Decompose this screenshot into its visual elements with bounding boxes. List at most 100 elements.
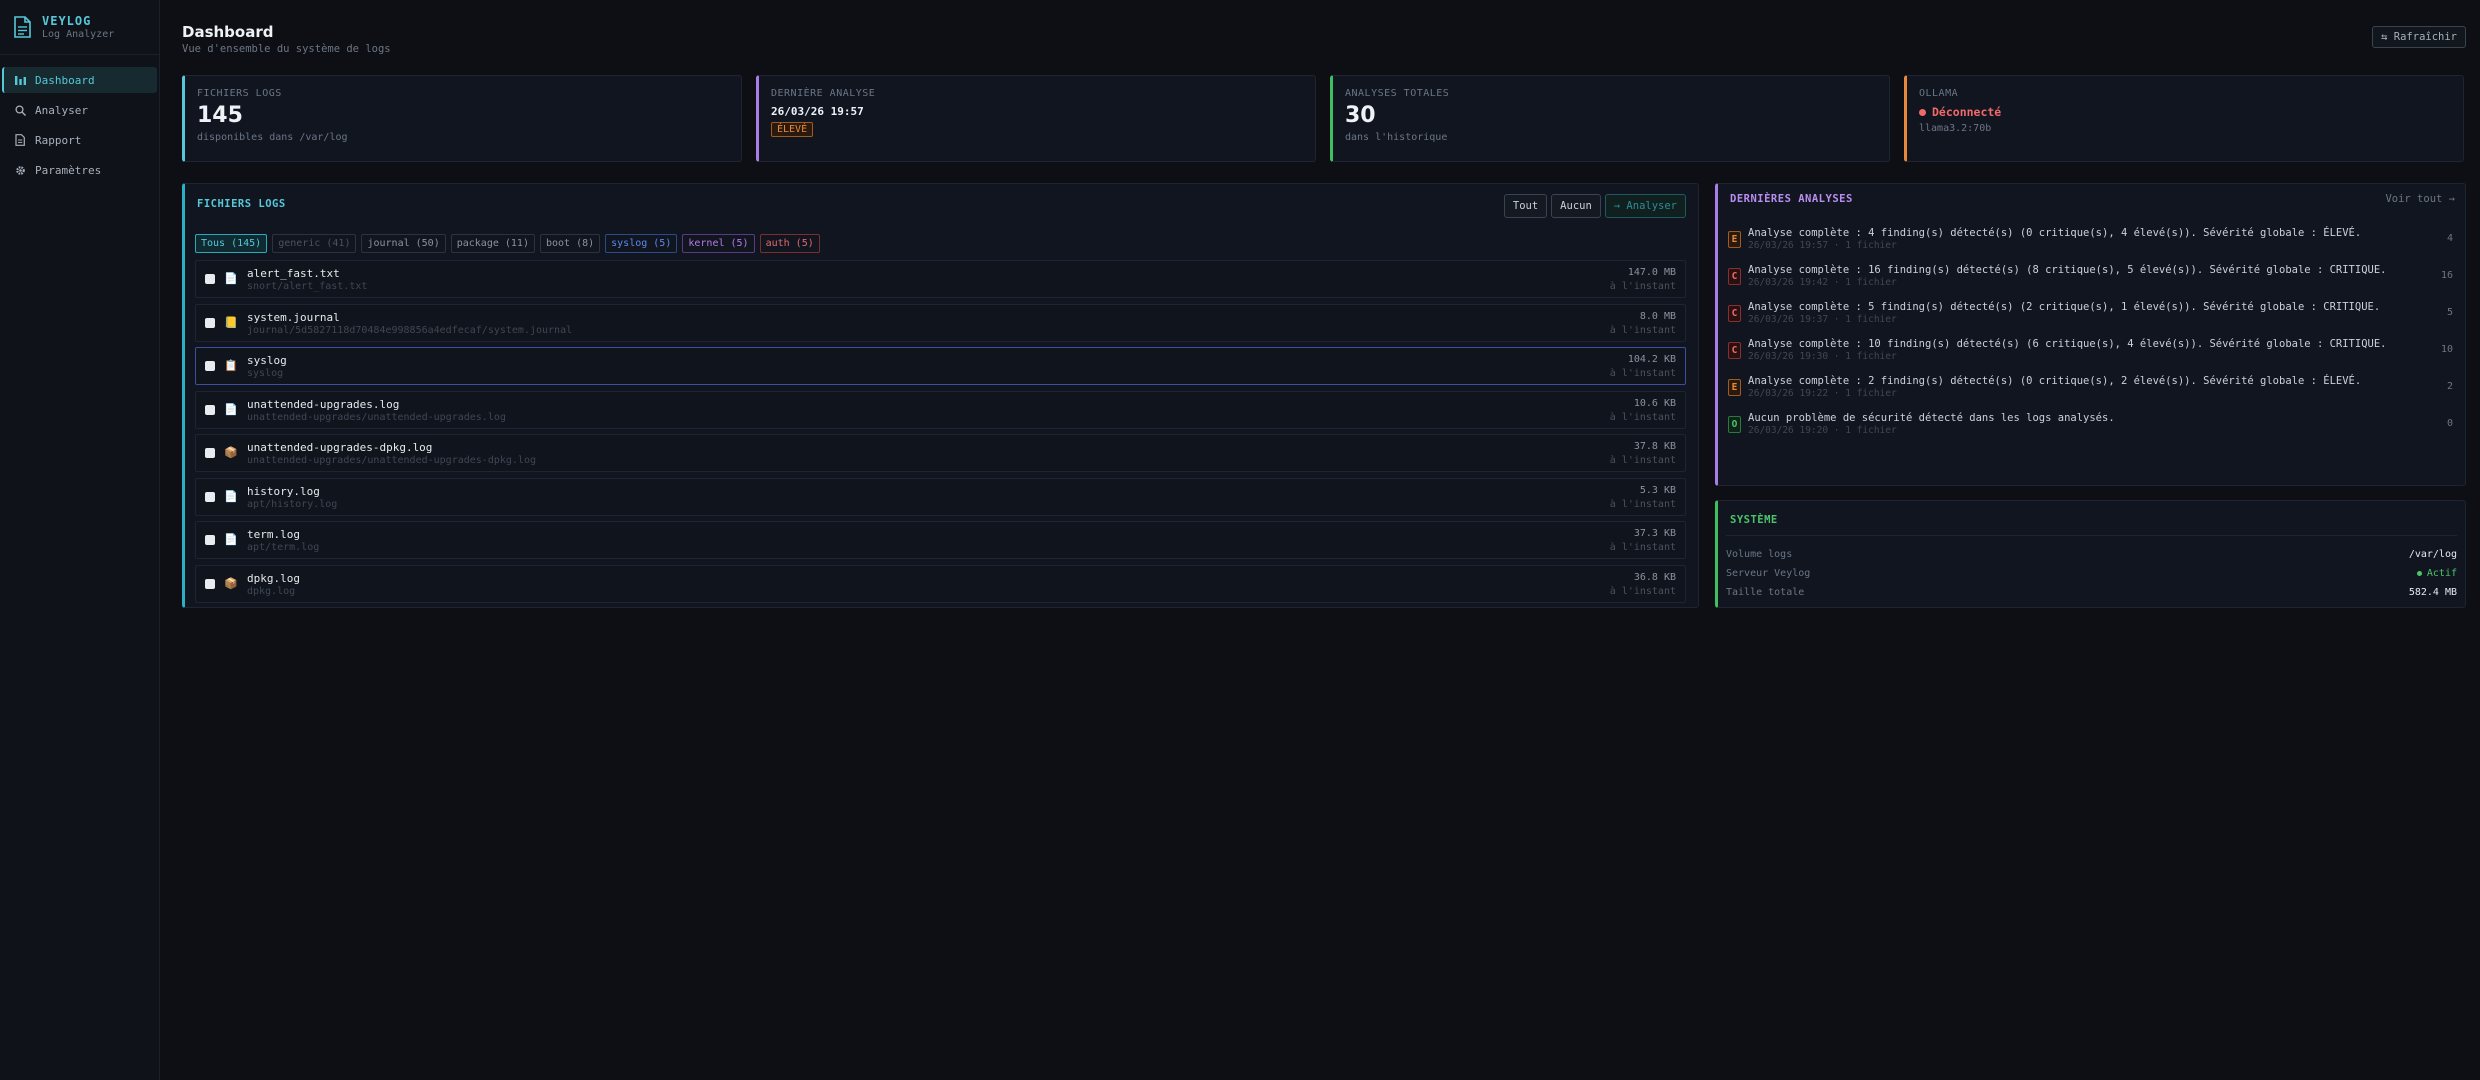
file-row[interactable]: 📦 unattended-upgrades-dpkg.log unattende… [195, 434, 1686, 472]
log-files-count: 145 [197, 103, 243, 128]
file-path: apt/term.log [247, 542, 320, 553]
file-time: à l'instant [1609, 498, 1676, 510]
sidebar-nav: Dashboard Analyser Rapport Paramètres [0, 55, 159, 183]
file-checkbox[interactable] [205, 404, 215, 415]
analysis-item[interactable]: C Analyse complète : 10 finding(s) détec… [1728, 338, 2455, 375]
sidebar-item-label: Rapport [35, 133, 82, 147]
filter-chip-package[interactable]: package (11) [450, 234, 535, 253]
filter-chips: Tous (145) generic (41) journal (50) pac… [195, 234, 820, 253]
filter-chip-generic[interactable]: generic (41) [272, 234, 357, 253]
file-row[interactable]: 📄 alert_fast.txt snort/alert_fast.txt 14… [195, 260, 1686, 298]
file-row[interactable]: 📄 unattended-upgrades.log unattended-upg… [195, 390, 1686, 429]
refresh-button[interactable]: ⇆ Rafraîchir [2372, 26, 2466, 48]
file-path: dpkg.log [247, 585, 296, 597]
file-size: 5.3 KB [1639, 484, 1676, 496]
analyses-list: E Analyse complète : 4 finding(s) détect… [1728, 227, 2455, 449]
file-list: 📄 alert_fast.txt snort/alert_fast.txt 14… [195, 260, 1686, 608]
ollama-status: Déconnecté [1919, 105, 2451, 119]
file-row[interactable]: 📋 syslog syslog 104.2 KB à l'instant [195, 347, 1686, 385]
file-name: syslog [247, 354, 287, 367]
file-name: alert_fast.txt [247, 267, 340, 280]
file-icon: 📄 [224, 533, 238, 546]
file-time: à l'instant [1609, 542, 1676, 553]
file-checkbox[interactable] [205, 317, 215, 328]
panel-title: DERNIÈRES ANALYSES [1730, 193, 1853, 205]
system-row-volume: Volume logs /var/log [1726, 546, 2457, 562]
see-all-link[interactable]: Voir tout → [2385, 193, 2455, 205]
file-path: snort/alert_fast.txt [247, 281, 368, 292]
file-name: system.journal [247, 310, 340, 324]
finding-count: 2 [2446, 381, 2453, 392]
filter-chip-kernel[interactable]: kernel (5) [682, 234, 755, 253]
analysis-item[interactable]: C Analyse complète : 16 finding(s) détec… [1728, 264, 2455, 301]
sidebar-item-label: Analyser [35, 103, 88, 117]
card-label: DERNIÈRE ANALYSE [771, 88, 876, 99]
sidebar-item-rapport[interactable]: Rapport [2, 127, 157, 153]
filter-chip-journal[interactable]: journal (50) [361, 234, 446, 253]
file-row[interactable]: 📒 system.journal journal/5d5827118d70484… [195, 303, 1686, 342]
analysis-meta: 26/03/26 19:37 · 1 fichier [1748, 314, 1897, 325]
file-size: 147.0 MB [1627, 267, 1676, 278]
finding-count: 0 [2446, 418, 2453, 429]
search-icon [14, 104, 26, 116]
filter-chip-boot[interactable]: boot (8) [539, 234, 601, 253]
file-path: apt/history.log [247, 498, 338, 510]
journal-icon: 📒 [224, 315, 238, 329]
analysis-item[interactable]: E Analyse complète : 2 finding(s) détect… [1728, 375, 2455, 412]
select-none-button[interactable]: Aucun [1551, 194, 1601, 218]
finding-count: 16 [2440, 270, 2453, 281]
brand: VEYLOG Log Analyzer [0, 0, 159, 55]
system-label: Taille totale [1726, 586, 1805, 598]
ollama-model: llama3.2:70b [1919, 123, 1992, 134]
file-path: unattended-upgrades/unattended-upgrades.… [247, 411, 506, 423]
file-size: 37.3 KB [1633, 528, 1676, 539]
panel-title: FICHIERS LOGS [197, 198, 286, 210]
select-all-button[interactable]: Tout [1503, 194, 1548, 218]
file-checkbox[interactable] [205, 535, 215, 545]
system-label: Serveur Veylog [1726, 567, 1811, 579]
analyze-button[interactable]: → Analyser [1604, 194, 1686, 218]
severity-badge: E [1728, 231, 1741, 248]
file-checkbox[interactable] [205, 361, 215, 371]
file-path: journal/5d5827118d70484e998856a4edfecaf/… [247, 324, 573, 336]
analysis-meta: 26/03/26 19:30 · 1 fichier [1748, 351, 1897, 362]
analyses-panel: DERNIÈRES ANALYSES Voir tout → E Analyse… [1715, 183, 2466, 486]
files-actions: Tout Aucun → Analyser [1503, 194, 1686, 218]
file-path: syslog [247, 368, 284, 379]
system-row-server: Serveur Veylog Actif [1726, 565, 2457, 581]
file-checkbox[interactable] [205, 448, 215, 458]
file-row[interactable]: 📄 history.log apt/history.log 5.3 KB à l… [195, 477, 1686, 516]
system-value: /var/log [2408, 548, 2457, 560]
file-icon: 📄 [224, 272, 238, 285]
sidebar-item-dashboard[interactable]: Dashboard [2, 67, 157, 93]
finding-count: 10 [2440, 344, 2453, 355]
sidebar-item-label: Dashboard [35, 73, 95, 87]
package-icon: 📦 [224, 446, 238, 459]
page-subtitle: Vue d'ensemble du système de logs [182, 43, 391, 55]
analysis-item[interactable]: O Aucun problème de sécurité détecté dan… [1728, 412, 2455, 449]
status-dot-icon [2416, 570, 2422, 576]
file-row[interactable]: 📄 term.log apt/term.log 37.3 KB à l'inst… [195, 521, 1686, 559]
analysis-meta: 26/03/26 19:42 · 1 fichier [1748, 277, 1897, 288]
file-checkbox[interactable] [205, 274, 215, 284]
file-checkbox[interactable] [205, 491, 215, 502]
filter-chip-all[interactable]: Tous (145) [195, 234, 268, 253]
chart-icon [14, 74, 26, 86]
severity-badge: O [1728, 416, 1741, 433]
sidebar-item-parametres[interactable]: Paramètres [2, 157, 157, 183]
sidebar: VEYLOG Log Analyzer Dashboard Analyser R… [0, 0, 160, 1080]
filter-chip-syslog[interactable]: syslog (5) [605, 234, 678, 253]
filter-chip-auth[interactable]: auth (5) [759, 234, 820, 253]
file-checkbox[interactable] [205, 578, 215, 589]
file-name: unattended-upgrades.log [247, 397, 400, 411]
file-name: term.log [247, 528, 300, 541]
analysis-meta: 26/03/26 19:57 · 1 fichier [1748, 240, 1897, 251]
analysis-item[interactable]: C Analyse complète : 5 finding(s) détect… [1728, 301, 2455, 338]
file-row[interactable]: 📦 dpkg.log dpkg.log 36.8 KB à l'instant [195, 564, 1686, 603]
system-panel: SYSTÈME Volume logs /var/log Serveur Vey… [1715, 500, 2466, 608]
file-time: à l'instant [1609, 411, 1676, 423]
file-time: à l'instant [1609, 368, 1676, 379]
analysis-item[interactable]: E Analyse complète : 4 finding(s) détect… [1728, 227, 2455, 264]
package-icon: 📦 [224, 576, 238, 590]
sidebar-item-analyser[interactable]: Analyser [2, 97, 157, 123]
